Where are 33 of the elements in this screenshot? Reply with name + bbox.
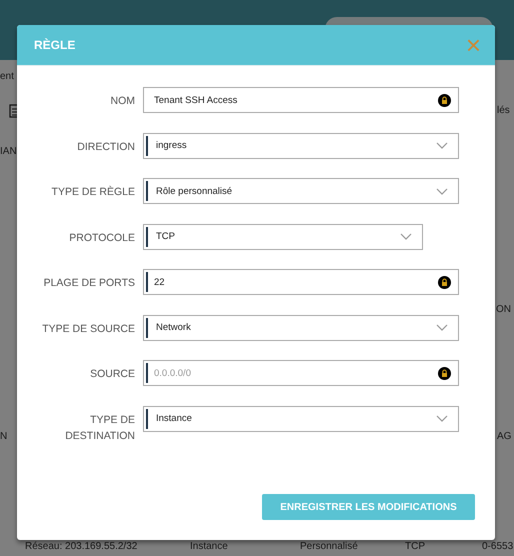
background-text: N bbox=[0, 431, 8, 442]
select-field[interactable]: ingress bbox=[143, 132, 459, 158]
input-field[interactable]: Tenant SSH Access bbox=[143, 87, 459, 113]
table-cell: Personnalisé bbox=[300, 541, 358, 552]
table-cell: TCP bbox=[405, 541, 425, 552]
input-field[interactable]: 0.0.0.0/0 bbox=[143, 360, 459, 386]
background-text: IAN bbox=[0, 146, 17, 157]
field-label: PLAGE DE PORTS bbox=[42, 276, 135, 291]
background-text: lés bbox=[497, 105, 510, 116]
select-field[interactable]: Rôle personnalisé bbox=[143, 178, 459, 204]
chevron-down-icon bbox=[436, 324, 448, 331]
chevron-down-icon bbox=[436, 415, 448, 422]
field-label: TYPE DE DESTINATION bbox=[64, 412, 135, 444]
chevron-down-icon bbox=[400, 233, 412, 240]
chevron-down-icon bbox=[436, 188, 448, 194]
dialog-title: RÈGLE bbox=[34, 38, 76, 52]
background-text: AG bbox=[497, 431, 512, 442]
field-label: DIRECTION bbox=[76, 140, 135, 154]
field-label: TYPE DE RÈGLE bbox=[50, 184, 135, 200]
field-label: SOURCE bbox=[89, 367, 135, 382]
background-text: ON bbox=[496, 304, 511, 315]
table-cell: Instance bbox=[190, 541, 228, 552]
select-field[interactable]: TCP bbox=[143, 224, 423, 250]
table-cell: 0-6553 bbox=[482, 541, 514, 552]
field-label: NOM bbox=[110, 94, 135, 109]
table-cell: Réseau: 203.169.55.2/32 bbox=[25, 541, 138, 552]
select-field[interactable]: Instance bbox=[143, 406, 459, 432]
select-field[interactable]: Network bbox=[143, 314, 459, 340]
field-label: PROTOCOLE bbox=[68, 230, 135, 246]
field-label: TYPE DE SOURCE bbox=[41, 322, 135, 336]
background-text: ent bbox=[0, 71, 14, 82]
input-field[interactable]: 22 bbox=[143, 269, 459, 295]
chevron-down-icon bbox=[436, 142, 448, 149]
